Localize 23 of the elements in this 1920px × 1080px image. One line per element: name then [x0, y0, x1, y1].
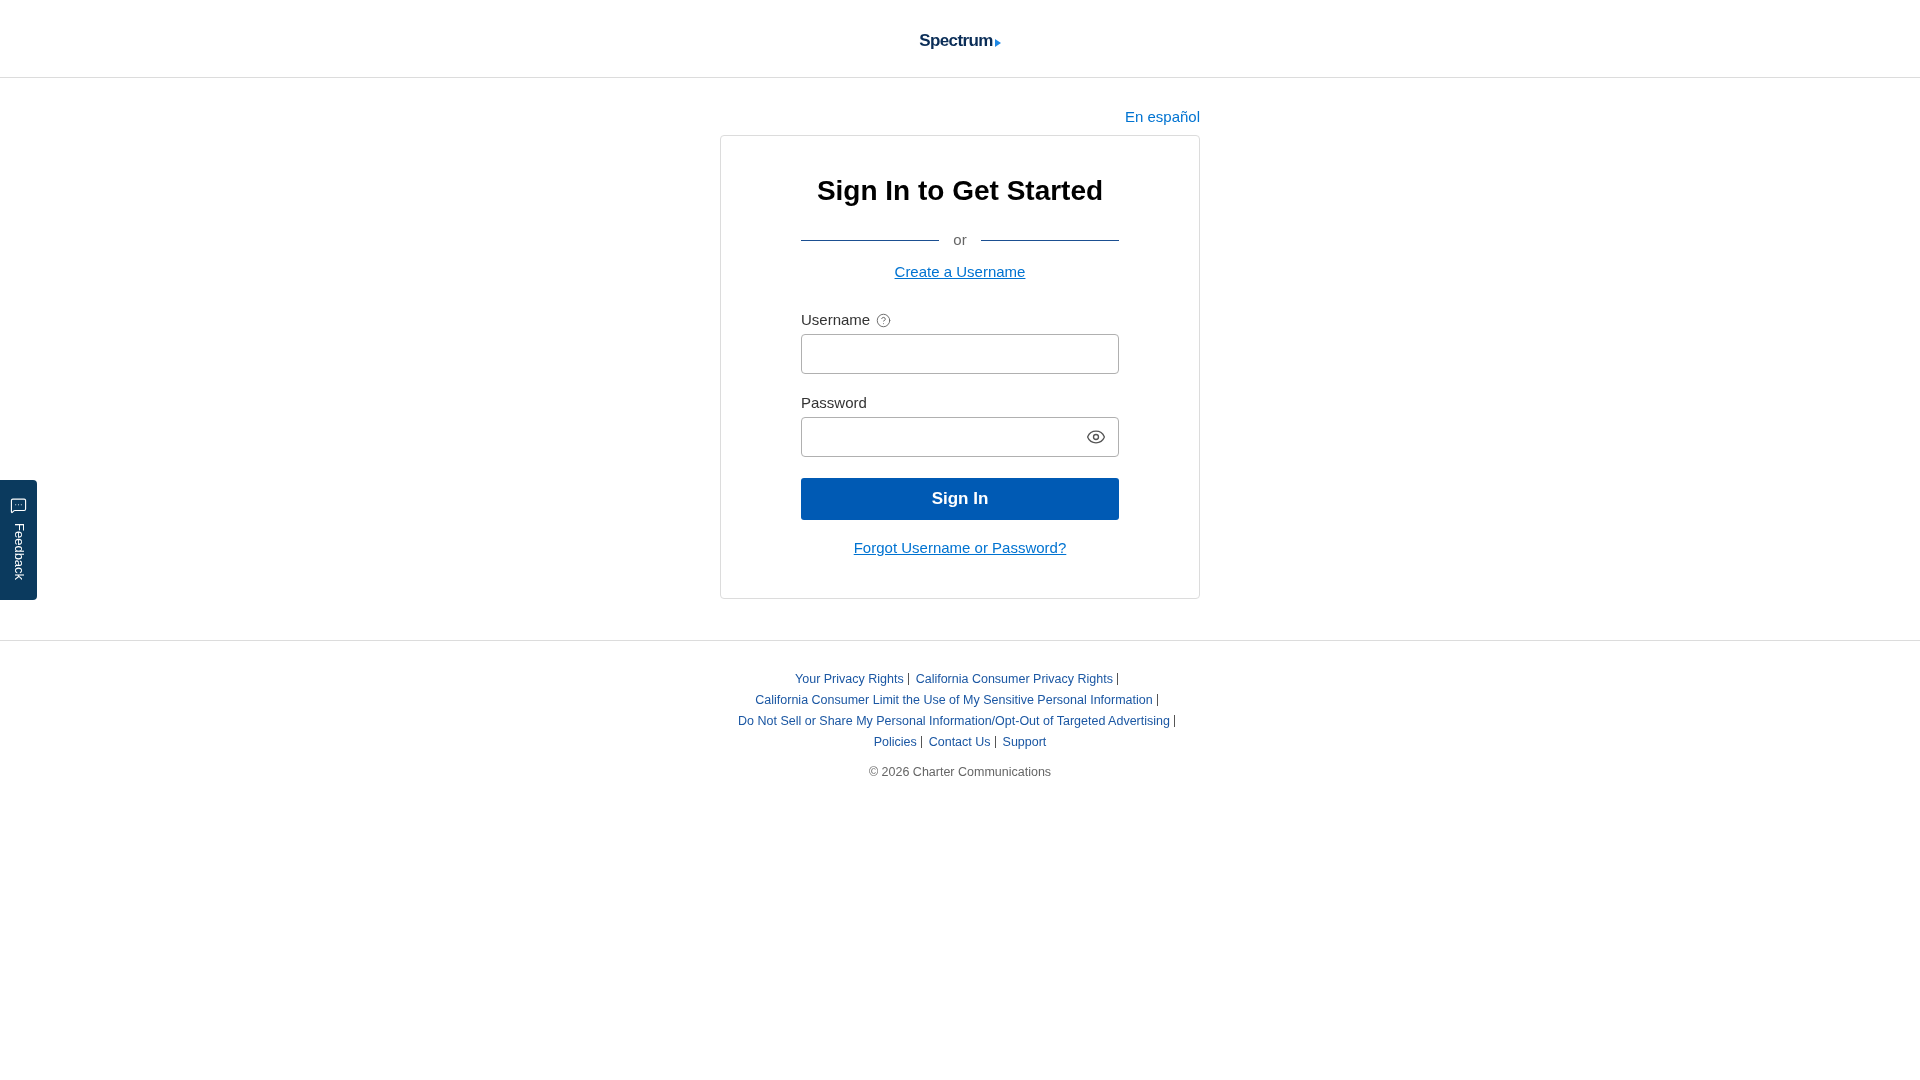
triangle-icon [994, 39, 1001, 47]
password-field[interactable] [801, 417, 1119, 457]
feedback-tab[interactable]: Feedback [0, 480, 37, 600]
footer-link[interactable]: Contact Us [928, 734, 991, 750]
copyright-text: © 2026 Charter Communications [868, 764, 1052, 780]
footer-link[interactable]: Support [1002, 734, 1047, 750]
forgot-link[interactable]: Forgot Username or Password? [853, 538, 1067, 558]
footer-link[interactable]: Your Privacy Rights [795, 671, 904, 687]
divider-text: or [952, 230, 968, 250]
footer-link[interactable]: California Consumer Privacy Rights [915, 671, 1113, 687]
field-label: Username [801, 310, 871, 330]
create-username-link[interactable]: Create a Username [894, 262, 1026, 282]
footer-link[interactable]: Do Not Sell or Share My Personal Information/Opt-Out of Targeted Advertising [738, 713, 1170, 729]
sign-in-button[interactable]: Sign In [801, 478, 1119, 520]
field-label: Password [801, 393, 867, 413]
chat-icon [10, 497, 27, 514]
card-title: Sign In to Get Started [815, 174, 1105, 208]
footer-link[interactable]: Policies [873, 734, 917, 750]
logo-link[interactable]: Spectrum [919, 26, 1001, 51]
username-field[interactable] [801, 334, 1119, 374]
footer-link[interactable]: California Consumer Limit the Use of My Sensitive Personal Information [755, 692, 1153, 708]
help-icon[interactable] [876, 312, 892, 328]
language-link[interactable]: En español [1124, 107, 1200, 126]
